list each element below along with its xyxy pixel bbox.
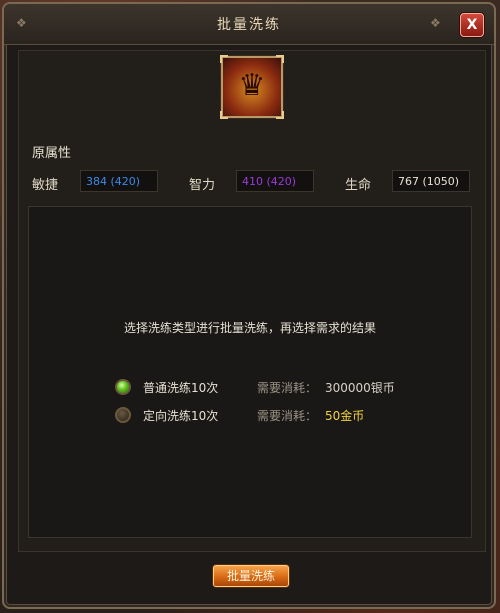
batch-refine-button[interactable]: 批量洗练	[213, 565, 289, 587]
refine-prompt-text: 选择洗练类型进行批量洗练，再选择需求的结果	[123, 321, 376, 335]
radio-unselected-icon[interactable]	[115, 407, 131, 423]
agility-label: 敏捷	[32, 178, 59, 193]
dialog-titlebar[interactable]: ❖ 批量洗练 ❖ X	[4, 4, 494, 45]
portrait-corner	[276, 55, 284, 63]
dialog-title: 批量洗练	[217, 17, 281, 33]
life-value: 767 (1050)	[392, 170, 470, 192]
option-label: 普通洗练10次	[143, 381, 219, 395]
cost-value: 300000银币	[325, 381, 395, 395]
portrait-corner	[220, 111, 228, 119]
portrait-corner	[220, 55, 228, 63]
title-ornament-right-icon: ❖	[430, 16, 441, 30]
life-label: 生命	[345, 178, 372, 193]
cost-label: 需要消耗：	[257, 381, 318, 395]
intelligence-label: 智力	[189, 178, 216, 193]
cost-label: 需要消耗：	[257, 409, 318, 423]
agility-value: 384 (420)	[80, 170, 158, 192]
warrior-portrait-icon: ♛	[238, 68, 266, 103]
hero-portrait[interactable]: ♛	[220, 55, 284, 119]
intelligence-value: 410 (420)	[236, 170, 314, 192]
close-button[interactable]: X	[460, 13, 484, 37]
option-label: 定向洗练10次	[143, 409, 219, 423]
refine-options-panel: 选择洗练类型进行批量洗练，再选择需求的结果 普通洗练10次 需要消耗： 3000…	[28, 206, 472, 538]
portrait-corner	[276, 111, 284, 119]
radio-selected-icon[interactable]	[115, 379, 131, 395]
original-attributes-label: 原属性	[32, 146, 72, 161]
cost-value: 50金币	[325, 409, 365, 423]
